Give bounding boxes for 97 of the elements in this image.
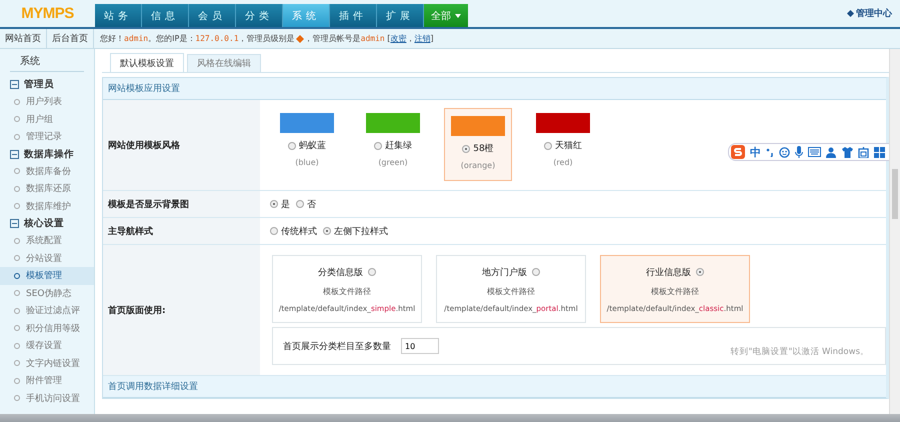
quick-link[interactable]: 网站首页 xyxy=(0,29,47,48)
sidebar-item[interactable]: 管理记录 xyxy=(0,128,94,146)
tab[interactable]: 默认模板设置 xyxy=(110,53,184,72)
smiley-icon[interactable] xyxy=(779,146,790,158)
path-label: 模板文件路径 xyxy=(651,286,699,296)
selected-style-card[interactable]: 58橙 (orange) xyxy=(444,108,512,181)
style-option[interactable]: 蚂蚁蓝 (blue) xyxy=(272,108,342,178)
nav-tab[interactable]: 扩展 xyxy=(377,4,424,27)
radio-button[interactable] xyxy=(270,200,278,208)
nav-dropdown[interactable]: 全部 xyxy=(424,4,468,27)
radio-button[interactable] xyxy=(462,144,470,152)
shirt-icon[interactable] xyxy=(842,146,853,158)
option-label: 否 xyxy=(307,198,316,210)
radio-button[interactable] xyxy=(288,142,296,150)
sidebar-group[interactable]: 数据库操作 xyxy=(24,148,74,160)
microphone-icon[interactable] xyxy=(795,146,803,158)
nav-tab[interactable]: 站务 xyxy=(95,4,142,27)
style-code: (blue) xyxy=(295,158,319,167)
windows-activation-notice: 转到"电脑设置"以激活 Windows。 xyxy=(730,346,869,358)
tab[interactable]: 风格在线编辑 xyxy=(187,54,261,72)
welcome-text: 您好！admin。您的IP是：127.0.0.1，管理员级别是 xyxy=(100,33,295,44)
radio-button[interactable] xyxy=(374,142,382,150)
nav-tab[interactable]: 分类 xyxy=(236,4,283,27)
style-code: (orange) xyxy=(460,161,496,170)
field-label: 网站使用模板风格 xyxy=(103,100,260,190)
account-text: ，管理员帐号是admin [ xyxy=(304,33,390,44)
sidebar-item[interactable]: 用户组 xyxy=(0,110,94,128)
collapse-toggle[interactable] xyxy=(10,150,19,158)
path-label: 模板文件路径 xyxy=(487,286,535,296)
radio-button[interactable] xyxy=(323,227,331,235)
nav-tab[interactable]: 插件 xyxy=(330,4,377,27)
style-code: (green) xyxy=(378,158,408,167)
ime-mode[interactable]: 中 xyxy=(750,144,761,160)
style-name: 蚂蚁蓝 xyxy=(299,140,326,152)
option-label: 是 xyxy=(281,198,290,210)
user-icon[interactable] xyxy=(826,146,837,158)
sidebar-item[interactable]: 文字内链设置 xyxy=(0,354,94,372)
collapse-toggle[interactable] xyxy=(10,80,19,89)
sidebar-group[interactable]: 核心设置 xyxy=(24,217,64,230)
sidebar-item[interactable]: 数据库还原 xyxy=(0,180,94,198)
option-label: 左侧下拉样式 xyxy=(334,226,388,238)
sidebar-item[interactable]: 系统配置 xyxy=(0,232,94,250)
style-name: 58橙 xyxy=(473,142,494,155)
radio-button[interactable] xyxy=(696,268,704,276)
sidebar-item[interactable]: 分站设置 xyxy=(0,250,94,267)
separator-text: ， xyxy=(406,33,414,44)
sidebar-item[interactable]: 模板管理 xyxy=(0,267,94,284)
option-label: 传统样式 xyxy=(281,226,317,238)
field-label: 首页版面使用: xyxy=(103,245,260,375)
keyboard-icon[interactable] xyxy=(808,147,821,157)
section-header: 网站模板应用设置 xyxy=(103,78,886,100)
radio-button[interactable] xyxy=(544,142,552,150)
sidebar-group[interactable]: 管理员 xyxy=(24,78,54,91)
sidebar-item[interactable]: 用户列表 xyxy=(0,93,94,110)
scrollbar[interactable] xyxy=(889,49,900,414)
nav-tab[interactable]: 信息 xyxy=(142,4,189,27)
layout-name: 行业信息版 xyxy=(646,266,691,278)
logout-link[interactable]: 注销 xyxy=(414,33,430,44)
sidebar-item[interactable]: 缓存设置 xyxy=(0,337,94,354)
logo: MYMPS xyxy=(20,4,75,24)
layout-name: 分类信息版 xyxy=(318,266,363,278)
sidebar-title: 系统 xyxy=(10,54,84,72)
caret-icon xyxy=(455,14,461,18)
sidebar-item[interactable]: 积分信用等级 xyxy=(0,320,94,337)
change-password-link[interactable]: 改密 xyxy=(390,33,406,44)
field-label: 模板是否显示背景图 xyxy=(103,191,260,217)
sidebar-item[interactable]: SEO伪静态 xyxy=(0,284,94,302)
radio-button[interactable] xyxy=(296,200,304,208)
radio-button[interactable] xyxy=(270,227,278,235)
style-option[interactable]: 天猫红 (red) xyxy=(528,108,598,178)
style-name: 天猫红 xyxy=(555,140,582,152)
count-label: 首页展示分类栏目至多数量 xyxy=(283,340,391,352)
sidebar-item[interactable]: 数据库维护 xyxy=(0,198,94,215)
diamond-icon xyxy=(847,10,854,17)
sidebar-item[interactable]: 手机访问设置 xyxy=(0,390,94,407)
diamond-icon xyxy=(296,34,304,42)
admin-center-link[interactable]: 管理中心 xyxy=(856,7,892,20)
radio-button[interactable] xyxy=(368,268,376,276)
quick-link[interactable]: 后台首页 xyxy=(47,29,94,48)
style-name: 赶集绿 xyxy=(385,140,412,152)
style-code: (red) xyxy=(553,158,573,167)
section-header: 首页调用数据详细设置 xyxy=(103,376,886,398)
layout-name: 地方门户版 xyxy=(482,266,527,278)
sidebar-item[interactable]: 数据库备份 xyxy=(0,162,94,180)
style-option[interactable]: 赶集绿 (green) xyxy=(358,108,428,178)
count-input[interactable]: 10 xyxy=(401,338,439,354)
collapse-toggle[interactable] xyxy=(10,219,19,228)
field-label: 主导航样式 xyxy=(103,218,260,244)
nav-tab[interactable]: 会员 xyxy=(189,4,236,27)
bracket-text: ] xyxy=(430,34,434,43)
punctuation-icon[interactable] xyxy=(766,147,774,157)
radio-button[interactable] xyxy=(532,268,540,276)
sidebar-item[interactable]: 附件管理 xyxy=(0,372,94,390)
shop-icon[interactable] xyxy=(858,146,869,158)
grid-icon[interactable] xyxy=(874,146,885,158)
sidebar-item[interactable]: 验证过滤点评 xyxy=(0,302,94,320)
path-label: 模板文件路径 xyxy=(323,286,371,296)
